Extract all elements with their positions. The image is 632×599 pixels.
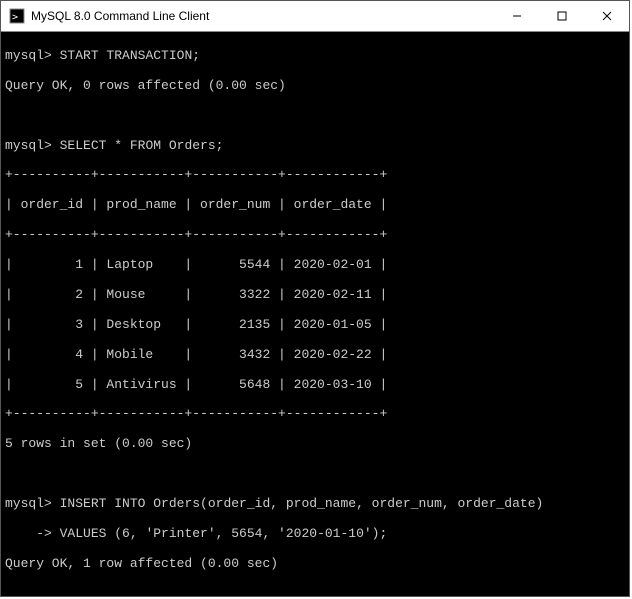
terminal-output[interactable]: mysql> START TRANSACTION; Query OK, 0 ro… — [1, 32, 629, 596]
titlebar: > MySQL 8.0 Command Line Client — [1, 1, 629, 32]
query-response: Query OK, 1 row affected (0.00 sec) — [5, 557, 625, 572]
table-row: | 4 | Mobile | 3432 | 2020-02-22 | — [5, 348, 625, 363]
table-border: +----------+-----------+-----------+----… — [5, 228, 625, 243]
maximize-button[interactable] — [539, 1, 584, 31]
prompt: mysql> — [5, 496, 52, 511]
prompt: mysql> — [5, 48, 52, 63]
app-window: > MySQL 8.0 Command Line Client mysql> S… — [0, 0, 630, 597]
window-title: MySQL 8.0 Command Line Client — [31, 9, 494, 23]
table-row: | 2 | Mouse | 3322 | 2020-02-11 | — [5, 288, 625, 303]
table-row: | 1 | Laptop | 5544 | 2020-02-01 | — [5, 258, 625, 273]
svg-text:>: > — [12, 12, 18, 23]
sql-statement: INSERT INTO Orders(order_id, prod_name, … — [60, 496, 544, 511]
sql-statement: SELECT * FROM Orders; — [60, 138, 224, 153]
table-header: | order_id | prod_name | order_num | ord… — [5, 198, 625, 213]
window-controls — [494, 1, 629, 31]
continuation-prompt: -> — [5, 526, 52, 541]
mysql-icon: > — [9, 8, 25, 24]
rows-in-set: 5 rows in set (0.00 sec) — [5, 437, 625, 452]
prompt: mysql> — [5, 138, 52, 153]
sql-statement: VALUES (6, 'Printer', 5654, '2020-01-10'… — [60, 526, 388, 541]
table-border: +----------+-----------+-----------+----… — [5, 407, 625, 422]
table-row: | 3 | Desktop | 2135 | 2020-01-05 | — [5, 318, 625, 333]
table-border: +----------+-----------+-----------+----… — [5, 168, 625, 183]
table-row: | 5 | Antivirus | 5648 | 2020-03-10 | — [5, 378, 625, 393]
close-button[interactable] — [584, 1, 629, 31]
query-response: Query OK, 0 rows affected (0.00 sec) — [5, 79, 625, 94]
minimize-button[interactable] — [494, 1, 539, 31]
sql-statement: START TRANSACTION; — [60, 48, 200, 63]
